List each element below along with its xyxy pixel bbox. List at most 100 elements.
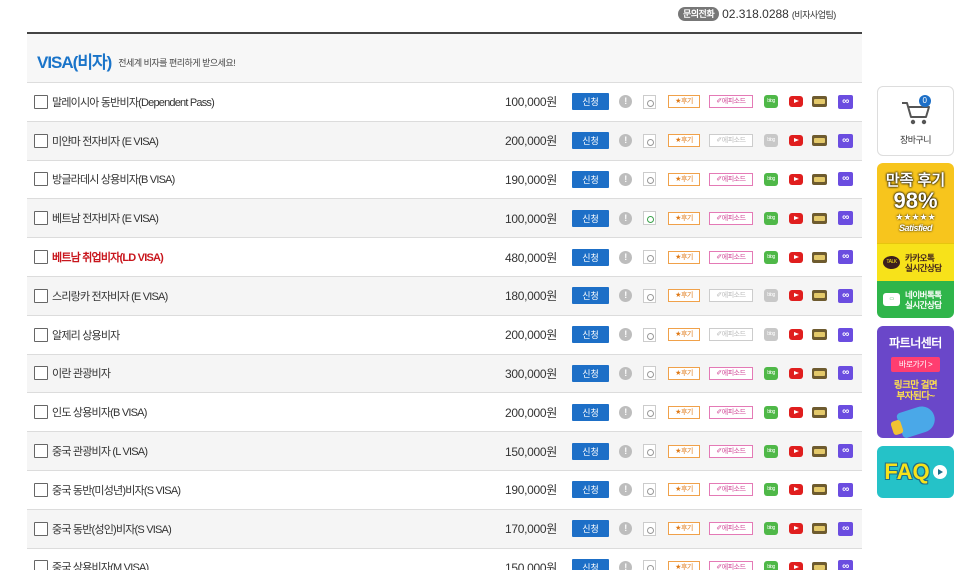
row-checkbox[interactable]: [34, 250, 48, 265]
review-banner[interactable]: 만족 후기 98% ★★★★★ Satisfied TALK 카카오톡 실시간상…: [877, 163, 954, 318]
apply-button[interactable]: 신청: [572, 170, 609, 188]
blog-icon[interactable]: blog: [764, 328, 778, 342]
row-checkbox[interactable]: [34, 172, 48, 187]
review-button[interactable]: ★후기: [668, 405, 700, 419]
youtube-icon[interactable]: [789, 561, 803, 570]
faq-button[interactable]: FAQ: [877, 446, 954, 498]
youtube-icon[interactable]: [789, 523, 803, 535]
blog-icon[interactable]: blog: [764, 289, 778, 303]
apply-button[interactable]: 신청: [572, 93, 609, 111]
review-button[interactable]: ★후기: [668, 522, 700, 536]
episode-button[interactable]: ✐에피소드: [709, 483, 753, 497]
info-icon[interactable]: !: [619, 522, 632, 536]
info-icon[interactable]: !: [619, 483, 632, 497]
youtube-icon[interactable]: [789, 290, 803, 302]
visa-name[interactable]: 이란 관광비자: [52, 365, 111, 381]
link-icon[interactable]: ∞: [838, 444, 853, 459]
youtube-icon[interactable]: [789, 135, 803, 147]
row-checkbox[interactable]: [34, 366, 48, 381]
link-icon[interactable]: ∞: [838, 521, 853, 536]
document-search-icon[interactable]: [643, 327, 656, 342]
episode-button[interactable]: ✐에피소드: [709, 250, 753, 264]
document-search-icon[interactable]: [643, 133, 656, 148]
document-search-icon[interactable]: [643, 560, 656, 570]
youtube-icon[interactable]: [789, 406, 803, 418]
visa-name[interactable]: 베트남 전자비자 (E VISA): [52, 210, 159, 226]
blog-icon[interactable]: blog: [764, 250, 778, 264]
blog-icon[interactable]: blog: [764, 134, 778, 148]
partner-center-banner[interactable]: 파트너센터 바로가기 > 링크만 걸면 부자된다~: [877, 326, 954, 438]
visa-name[interactable]: 중국 관광비자 (L VISA): [52, 443, 148, 459]
review-button[interactable]: ★후기: [668, 366, 700, 380]
apply-button[interactable]: 신청: [572, 520, 609, 538]
row-checkbox[interactable]: [34, 133, 48, 148]
review-button[interactable]: ★후기: [668, 172, 700, 186]
apply-button[interactable]: 신청: [572, 481, 609, 499]
episode-button[interactable]: ✐에피소드: [709, 211, 753, 225]
info-icon[interactable]: !: [619, 211, 632, 225]
info-icon[interactable]: !: [619, 250, 632, 264]
blog-icon[interactable]: blog: [764, 560, 778, 570]
kakao-talk-button[interactable]: TALK 카카오톡 실시간상담: [877, 243, 954, 281]
apply-button[interactable]: 신청: [572, 248, 609, 266]
brand-logo-icon[interactable]: [812, 212, 827, 224]
partner-go-button[interactable]: 바로가기 >: [890, 357, 941, 372]
apply-button[interactable]: 신청: [572, 326, 609, 344]
document-search-icon[interactable]: [643, 405, 656, 420]
brand-logo-icon[interactable]: [812, 251, 827, 263]
episode-button[interactable]: ✐에피소드: [709, 95, 753, 109]
youtube-icon[interactable]: [789, 445, 803, 457]
youtube-icon[interactable]: [789, 484, 803, 496]
row-checkbox[interactable]: [34, 482, 48, 497]
review-button[interactable]: ★후기: [668, 95, 700, 109]
satisfaction-banner[interactable]: 만족 후기 98% ★★★★★ Satisfied: [877, 163, 954, 243]
apply-button[interactable]: 신청: [572, 209, 609, 227]
blog-icon[interactable]: blog: [764, 172, 778, 186]
apply-button[interactable]: 신청: [572, 403, 609, 421]
info-icon[interactable]: !: [619, 405, 632, 419]
link-icon[interactable]: ∞: [838, 250, 853, 265]
link-icon[interactable]: ∞: [838, 172, 853, 187]
document-search-icon[interactable]: [643, 250, 656, 265]
info-icon[interactable]: !: [619, 289, 632, 303]
review-button[interactable]: ★후기: [668, 560, 700, 570]
episode-button[interactable]: ✐에피소드: [709, 134, 753, 148]
brand-logo-icon[interactable]: [812, 96, 827, 108]
visa-name[interactable]: 말레이시아 동반비자(Dependent Pass): [52, 94, 215, 110]
blog-icon[interactable]: blog: [764, 211, 778, 225]
info-icon[interactable]: !: [619, 172, 632, 186]
brand-logo-icon[interactable]: [812, 406, 827, 418]
visa-name[interactable]: 알제리 상용비자: [52, 327, 120, 343]
apply-button[interactable]: 신청: [572, 364, 609, 382]
review-button[interactable]: ★후기: [668, 134, 700, 148]
link-icon[interactable]: ∞: [838, 560, 853, 570]
row-checkbox[interactable]: [34, 211, 48, 226]
brand-logo-icon[interactable]: [812, 523, 827, 535]
episode-button[interactable]: ✐에피소드: [709, 560, 753, 570]
document-search-icon[interactable]: [643, 444, 656, 459]
brand-logo-icon[interactable]: [812, 290, 827, 302]
info-icon[interactable]: !: [619, 444, 632, 458]
visa-name[interactable]: 중국 상용비자(M VISA): [52, 559, 149, 570]
link-icon[interactable]: ∞: [838, 327, 853, 342]
visa-name[interactable]: 중국 동반(미성년)비자(S VISA): [52, 482, 181, 498]
brand-logo-icon[interactable]: [812, 173, 827, 185]
youtube-icon[interactable]: [789, 367, 803, 379]
link-icon[interactable]: ∞: [838, 211, 853, 226]
episode-button[interactable]: ✐에피소드: [709, 328, 753, 342]
episode-button[interactable]: ✐에피소드: [709, 522, 753, 536]
episode-button[interactable]: ✐에피소드: [709, 405, 753, 419]
info-icon[interactable]: !: [619, 366, 632, 380]
info-icon[interactable]: !: [619, 560, 632, 570]
review-button[interactable]: ★후기: [668, 211, 700, 225]
apply-button[interactable]: 신청: [572, 132, 609, 150]
document-search-icon[interactable]: [643, 94, 656, 109]
visa-name[interactable]: 베트남 취업비자(LD VISA): [52, 249, 164, 265]
youtube-icon[interactable]: [789, 212, 803, 224]
blog-icon[interactable]: blog: [764, 522, 778, 536]
naver-talk-button[interactable]: ▭ 네이버톡톡 실시간상담: [877, 281, 954, 318]
visa-name[interactable]: 방글라데시 상용비자(B VISA): [52, 171, 175, 187]
document-search-icon[interactable]: [643, 521, 656, 536]
youtube-icon[interactable]: [789, 96, 803, 108]
youtube-icon[interactable]: [789, 251, 803, 263]
